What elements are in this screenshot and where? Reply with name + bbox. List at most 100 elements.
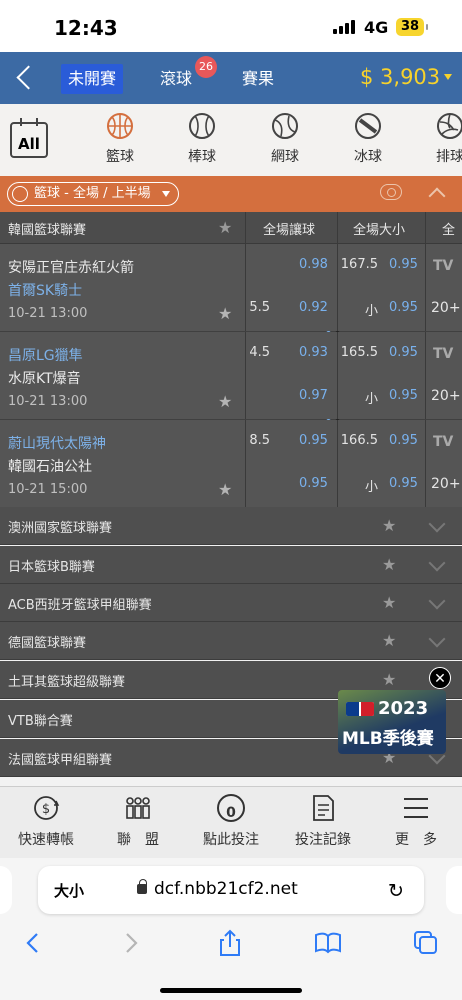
previous-tab-preview[interactable] (0, 866, 12, 914)
home-team[interactable]: 昌原LG獵隼 (8, 345, 83, 365)
chevron-down-icon[interactable] (444, 74, 452, 80)
sport-baseball[interactable]: 棒球 (172, 112, 232, 172)
league-name: 韓國籃球聯賽 (8, 223, 87, 238)
text-size-button[interactable]: 大小 (54, 880, 84, 901)
nav-transfer[interactable]: $ 快速轉帳 (6, 793, 86, 849)
star-icon[interactable]: ★ (382, 516, 396, 535)
browser-forward-icon[interactable] (116, 928, 146, 958)
odds-button[interactable]: 0.95 (389, 257, 418, 272)
odds-button[interactable]: 0.98 (299, 257, 328, 272)
tab-results[interactable]: 賽果 (238, 64, 278, 94)
tab-live[interactable]: 滾球 (156, 64, 196, 94)
star-icon[interactable]: ★ (218, 480, 232, 499)
odds-button[interactable]: 0.93 (299, 345, 328, 360)
nav-more[interactable]: 更 多 (376, 793, 456, 849)
nav-label: 聯 盟 (117, 832, 159, 848)
odds-button[interactable]: 0.95 (389, 476, 418, 491)
sport-label: 棒球 (188, 149, 216, 165)
league-name: 土耳其籃球超級聯賽 (8, 675, 126, 690)
menu-icon (404, 798, 428, 818)
league-row[interactable]: 德國籃球聯賽 ★ (0, 622, 462, 660)
page-dots (326, 321, 346, 336)
share-icon[interactable] (215, 928, 245, 958)
league-name: VTB聯合賽 (8, 714, 73, 729)
reload-icon[interactable]: ↻ (388, 880, 404, 902)
match-row: 蔚山現代太陽神 韓國石油公社 10-21 15:00 ★ 8.5 0.95 166.5 0.9… (0, 420, 462, 512)
star-icon[interactable]: ★ (382, 670, 396, 689)
sport-basketball[interactable]: 籃球 (90, 112, 150, 172)
odds-button[interactable]: 0.95 (389, 345, 418, 360)
chevron-down-icon[interactable] (428, 554, 446, 572)
handicap-line: 8.5 (249, 433, 270, 448)
browser-toolbar: 大小 dcf.nbb21cf2.net ↻ (0, 858, 462, 1000)
nav-bet-slip[interactable]: 0 點此投注 (191, 793, 271, 849)
mlb-promo-banner[interactable]: 2023 MLB季後賽 (338, 690, 446, 754)
total-line: 小 (364, 304, 378, 319)
sport-volleyball[interactable]: 排球 (420, 112, 462, 172)
sport-tennis[interactable]: 網球 (255, 112, 315, 172)
league-row[interactable]: 日本籃球B聯賽 ★ (0, 546, 462, 584)
home-team[interactable]: 安陽正官庄赤紅火箭 (8, 257, 134, 277)
tabs-icon[interactable] (411, 928, 441, 958)
star-icon[interactable]: ★ (218, 304, 232, 323)
star-icon[interactable]: ★ (382, 593, 396, 612)
away-team[interactable]: 水原KT爆音 (8, 368, 81, 388)
star-icon[interactable]: ★ (218, 392, 232, 411)
tab-upcoming[interactable]: 未開賽 (61, 64, 123, 94)
next-tab-preview[interactable] (446, 866, 462, 914)
league-row[interactable]: ACB西班牙籃球甲組聯賽 ★ (0, 584, 462, 622)
promo-year: 2023 (378, 698, 429, 719)
match-time: 10-21 13:00 (8, 306, 88, 321)
mlb-logo-icon (346, 702, 374, 716)
bookmarks-icon[interactable] (313, 928, 343, 958)
odds-button[interactable]: 0.95 (389, 388, 418, 403)
odds-button[interactable]: 0.95 (389, 300, 418, 315)
chevron-down-icon[interactable] (428, 515, 446, 533)
balance[interactable]: $ 3,903 (360, 62, 440, 92)
chevron-down-icon[interactable] (428, 630, 446, 648)
nav-label: 快速轉帳 (18, 832, 74, 848)
odds-button[interactable]: 0.95 (299, 476, 328, 491)
url-text[interactable]: dcf.nbb21cf2.net (154, 879, 298, 899)
star-icon[interactable]: ★ (382, 555, 396, 574)
sport-hockey[interactable]: 冰球 (338, 112, 398, 172)
home-team[interactable]: 蔚山現代太陽神 (8, 433, 106, 453)
odds-button[interactable]: 0.92 (299, 300, 328, 315)
sport-label: 籃球 (106, 149, 134, 165)
league-row[interactable]: 澳洲國家籃球聯賽 ★ (0, 507, 462, 545)
back-button[interactable] (12, 64, 40, 92)
odds-button[interactable]: 0.95 (299, 433, 328, 448)
more-markets-button[interactable]: 20+ (431, 476, 461, 492)
match-row: 昌原LG獵隼 水原KT爆音 10-21 13:00 ★ 4.5 0.93 165.5 0.95… (0, 332, 462, 424)
tennis-icon (272, 113, 298, 139)
tv-icon[interactable]: TV (433, 434, 453, 450)
filter-label: 籃球 - 全場 / 上半場 (34, 186, 151, 201)
nav-records[interactable]: 投注記錄 (283, 793, 363, 849)
eye-icon[interactable] (380, 184, 402, 200)
sport-label: 網球 (271, 149, 299, 165)
page-dots (326, 497, 346, 512)
chevron-down-icon[interactable] (428, 592, 446, 610)
star-icon[interactable]: ★ (382, 631, 396, 650)
network-type: 4G (364, 18, 389, 37)
calendar-all-icon[interactable]: All (10, 118, 48, 158)
tv-icon[interactable]: TV (433, 258, 453, 274)
nav-league[interactable]: 聯 盟 (98, 793, 178, 849)
more-markets-button[interactable]: 20+ (431, 388, 461, 404)
column-handicap: 全場讓球 (263, 223, 316, 238)
close-icon[interactable]: ✕ (429, 667, 451, 689)
total-line: 小 (364, 392, 378, 407)
promo-title: MLB季後賽 (342, 729, 434, 749)
more-markets-button[interactable]: 20+ (431, 300, 461, 316)
clock: 12:43 (54, 16, 118, 40)
tv-icon[interactable]: TV (433, 346, 453, 362)
odds-button[interactable]: 0.97 (299, 388, 328, 403)
away-team[interactable]: 韓國石油公社 (8, 456, 92, 476)
odds-button[interactable]: 0.95 (389, 433, 418, 448)
away-team[interactable]: 首爾SK騎士 (8, 280, 82, 300)
browser-back-icon[interactable] (18, 928, 48, 958)
star-icon[interactable]: ★ (218, 218, 232, 237)
league-icon (126, 797, 150, 819)
address-bar[interactable]: 大小 dcf.nbb21cf2.net ↻ (38, 866, 424, 914)
market-filter-dropdown[interactable]: 籃球 - 全場 / 上半場 (7, 182, 179, 206)
